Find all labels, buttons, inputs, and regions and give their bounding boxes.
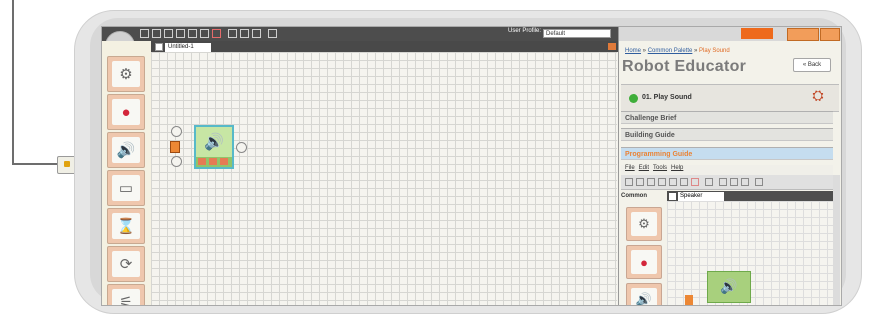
switch-icon: ⚟ xyxy=(112,289,140,305)
back-button[interactable]: « Back xyxy=(793,58,831,72)
tutorial-sound-block: 🔊 xyxy=(707,271,751,303)
sequence-plug-bottom[interactable] xyxy=(171,156,182,167)
paste-icon[interactable] xyxy=(200,29,209,38)
palette-wait-block[interactable]: ⌛ xyxy=(107,208,145,244)
page-title: Robot Educator xyxy=(622,58,747,75)
speaker-icon: 🔊 xyxy=(631,288,657,305)
section-building-guide[interactable]: Building Guide xyxy=(621,128,833,141)
cable-line-horizontal xyxy=(12,163,58,165)
copy-icon xyxy=(669,178,677,186)
gear-icon: ⚙ xyxy=(631,212,657,236)
start-node[interactable] xyxy=(170,141,180,153)
speaker-icon: 🔊 xyxy=(720,278,738,294)
menu-file: File xyxy=(625,165,635,171)
save-icon[interactable] xyxy=(164,29,173,38)
record-icon: ● xyxy=(112,99,140,125)
sequence-plug-top[interactable] xyxy=(171,126,182,137)
pointer-tool-icon xyxy=(719,178,727,186)
menu-edit: Edit xyxy=(638,165,650,171)
breadcrumb-separator: » xyxy=(641,48,648,54)
palette-display-block[interactable]: ▭ xyxy=(107,170,145,206)
undo-icon xyxy=(691,178,699,186)
comment-tool-icon[interactable] xyxy=(252,29,261,38)
tutorial-palette-move: ⚙ xyxy=(626,207,662,241)
robot-model-icon: ⛭ xyxy=(812,87,824,103)
tutorial-tab-speaker: Speaker xyxy=(678,192,724,201)
tutorial-menubar: File Edit Tools Help xyxy=(621,165,833,175)
new-file-icon xyxy=(625,178,633,186)
home-tab-icon xyxy=(669,193,676,200)
palette-loop-block[interactable]: ⟳ xyxy=(107,246,145,282)
home-tab-icon[interactable] xyxy=(155,43,163,51)
tutorial-palette-record: ● xyxy=(626,245,662,279)
robot-educator-tab[interactable] xyxy=(741,28,773,39)
menu-tools: Tools xyxy=(653,165,668,171)
breadcrumb-home[interactable]: Home xyxy=(625,48,641,54)
cut-icon xyxy=(658,178,666,186)
hub-port-icon xyxy=(220,158,228,165)
robot-educator-panel: Home » Common Palette » Play Sound Robot… xyxy=(618,27,841,305)
document-tabs: Untitled-1 xyxy=(151,41,618,52)
undo-icon[interactable] xyxy=(212,29,221,38)
program-canvas[interactable]: 🔊 xyxy=(151,52,617,305)
display-icon: ▭ xyxy=(112,175,140,201)
gear-icon: ⚙ xyxy=(112,61,140,87)
map-icon[interactable] xyxy=(820,28,840,41)
cable-line xyxy=(12,0,14,164)
breadcrumb-current: Play Sound xyxy=(699,48,730,54)
speaker-icon: 🔊 xyxy=(196,127,232,157)
help-icon[interactable] xyxy=(787,28,819,41)
save-icon xyxy=(647,178,655,186)
loop-icon: ⟳ xyxy=(112,251,140,277)
hourglass-icon: ⌛ xyxy=(112,213,140,239)
paste-icon xyxy=(680,178,688,186)
tab-untitled[interactable]: Untitled-1 xyxy=(165,43,211,52)
section-challenge-brief[interactable]: Challenge Brief xyxy=(621,111,833,124)
record-icon: ● xyxy=(631,250,657,274)
panel-toolbar xyxy=(619,27,841,41)
pan-tool-icon xyxy=(730,178,738,186)
breadcrumb-common-palette[interactable]: Common Palette xyxy=(648,48,693,54)
main-toolbar: User Profile: Default xyxy=(102,27,618,41)
palette-record-block[interactable]: ● xyxy=(107,94,145,130)
user-profile-select[interactable]: Default xyxy=(543,29,611,38)
pointer-tool-icon[interactable] xyxy=(228,29,237,38)
tutorial-palette-sound: 🔊 xyxy=(626,283,662,305)
palette-move-block[interactable]: ⚙ xyxy=(107,56,145,92)
section-programming-guide[interactable]: Programming Guide xyxy=(621,147,833,160)
custom-palette-icon xyxy=(755,178,763,186)
sequence-plug-right[interactable] xyxy=(236,142,247,153)
pan-tool-icon[interactable] xyxy=(240,29,249,38)
menu-help: Help xyxy=(671,165,684,171)
hub-port-icon xyxy=(198,158,206,165)
tutorial-toolbar xyxy=(621,175,833,190)
palette-sound-block[interactable]: 🔊 xyxy=(107,132,145,168)
tutorial-palette-label: Common xyxy=(621,193,647,199)
sound-block[interactable]: 🔊 xyxy=(194,125,234,169)
palette-switch-block[interactable]: ⚟ xyxy=(107,284,145,305)
tutorial-scrollbar[interactable] xyxy=(833,175,840,305)
open-file-icon[interactable] xyxy=(152,29,161,38)
nxt-software-window: User Profile: Default ⚙ ● 🔊 ▭ ⌛ ⟳ ⚟ Unti… xyxy=(101,26,842,306)
comment-tool-icon xyxy=(741,178,749,186)
copy-icon[interactable] xyxy=(188,29,197,38)
common-palette: ⚙ ● 🔊 ▭ ⌛ ⟳ ⚟ xyxy=(102,41,152,305)
open-file-icon xyxy=(636,178,644,186)
redo-icon xyxy=(705,178,713,186)
breadcrumb: Home » Common Palette » Play Sound xyxy=(625,48,730,54)
tutorial-tabs: Speaker xyxy=(667,191,833,201)
cut-icon[interactable] xyxy=(176,29,185,38)
hub-port-icon xyxy=(209,158,217,165)
custom-palette-icon[interactable] xyxy=(268,29,277,38)
sound-block-hub xyxy=(198,158,230,165)
user-profile-label: User Profile: xyxy=(508,28,542,34)
tutorial-start-node xyxy=(685,295,693,305)
close-tab-icon[interactable] xyxy=(608,43,616,50)
lesson-header: 01. Play Sound ⛭ xyxy=(621,84,839,112)
lesson-title: 01. Play Sound xyxy=(642,94,692,101)
new-file-icon[interactable] xyxy=(140,29,149,38)
status-dot-icon xyxy=(629,94,638,103)
speaker-icon: 🔊 xyxy=(112,137,140,163)
